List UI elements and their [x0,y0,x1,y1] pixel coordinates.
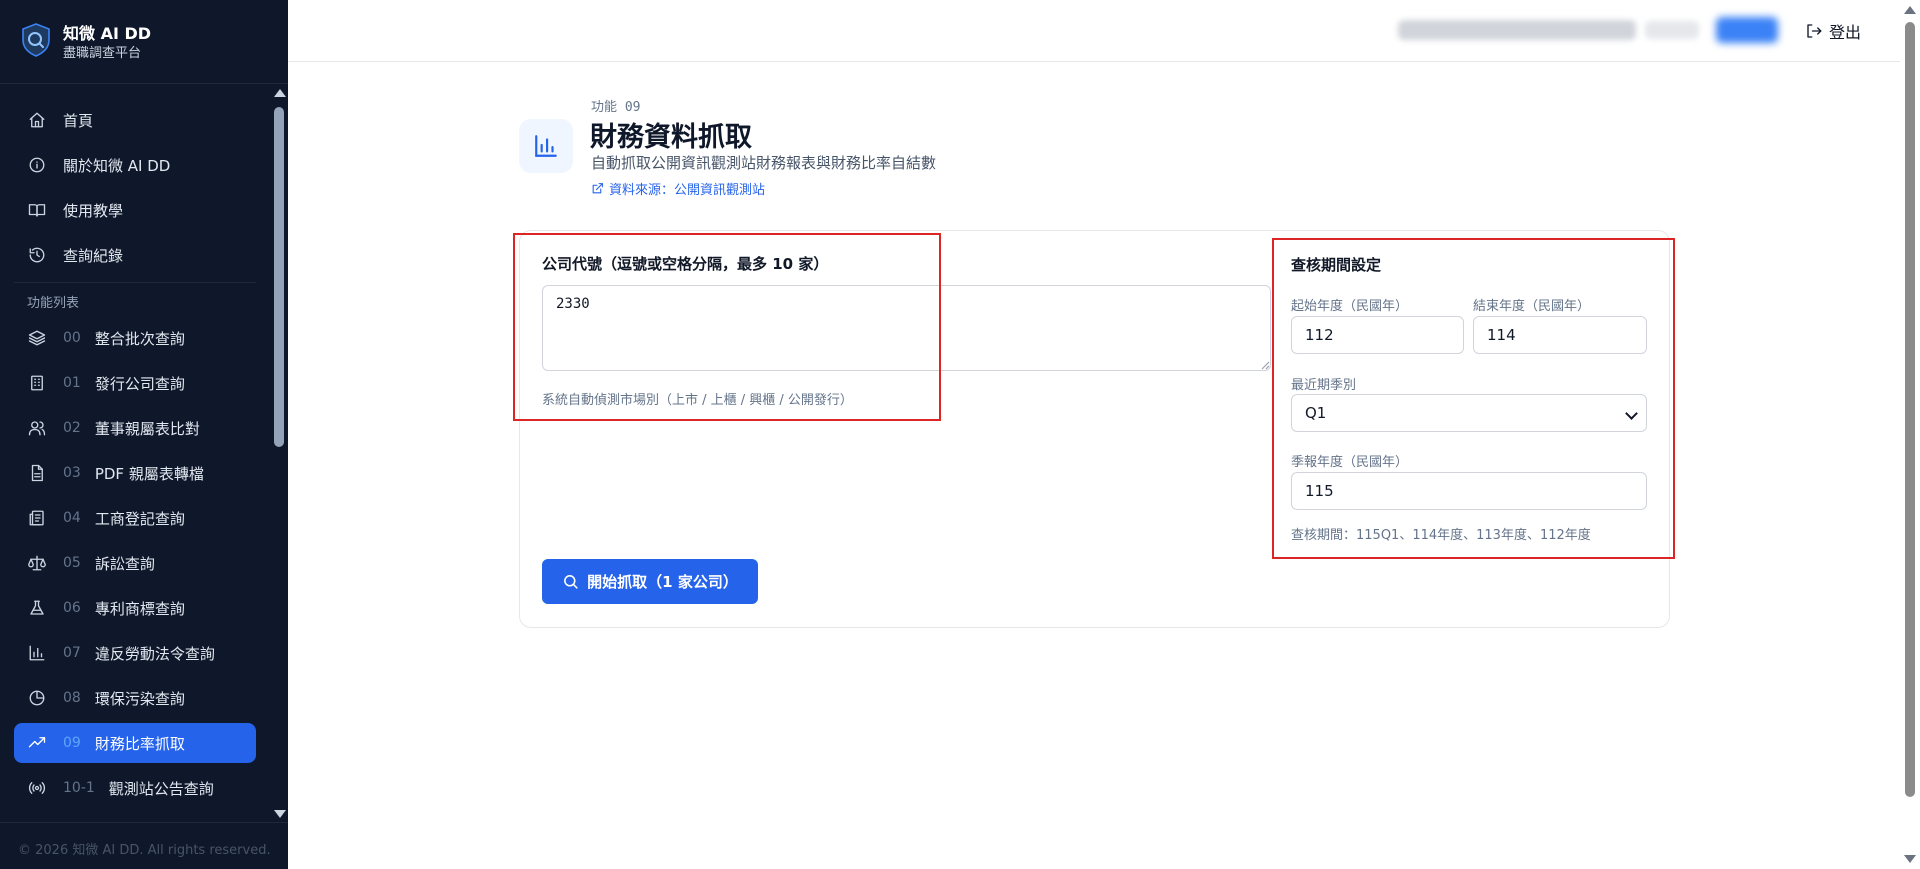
logout-button[interactable]: 登出 [1805,19,1861,43]
page-title: 財務資料抓取 [590,122,752,153]
sidebar-item-num: 10-1 [63,780,95,796]
brand: 知微 AI DD 盡職調查平台 [0,0,288,84]
sidebar-item-business-registry[interactable]: 04 工商登記查詢 [14,498,256,538]
logout-label: 登出 [1829,23,1862,42]
trending-up-icon [27,733,47,753]
sidebar-item-num: 01 [63,375,81,391]
sidebar-item-label: 訴訟查詢 [94,554,155,573]
building-icon [27,373,47,393]
user-name-redacted [1645,21,1699,39]
sidebar-item-environmental[interactable]: 08 環保污染查詢 [14,678,256,718]
highlight-box-period-settings [1272,238,1675,559]
page-icon [519,119,573,173]
sidebar-item-label: 關於知微 AI DD [63,156,171,175]
shield-search-logo-icon [22,23,50,57]
highlight-box-company-input [513,233,941,421]
data-source-link[interactable]: 資料來源：公開資訊觀測站 [591,179,765,198]
sidebar-footer: © 2026 知微 AI DD. All rights reserved. [0,822,288,869]
sidebar-item-issuer-query[interactable]: 01 發行公司查詢 [14,363,256,403]
scroll-down-arrow-icon[interactable] [274,810,286,818]
sidebar-scrollbar-thumb[interactable] [274,107,284,447]
sidebar-item-num: 09 [63,735,81,751]
sidebar-item-label: 環保污染查詢 [94,689,185,708]
sidebar-item-label: 違反勞動法令查詢 [94,644,215,663]
sidebar-item-label: 財務比率抓取 [94,734,185,753]
bar-chart-icon [535,135,557,157]
sidebar: 知微 AI DD 盡職調查平台 首頁 關於知微 AI DD 使用教學 查詢紀錄 … [0,0,288,869]
sidebar-item-num: 05 [63,555,81,571]
sidebar-nav: 首頁 關於知微 AI DD 使用教學 查詢紀錄 功能列表 00 整合批次查詢 0… [0,85,270,822]
sidebar-item-financial-ratio[interactable]: 09 財務比率抓取 [14,723,256,763]
layers-icon [27,328,47,348]
search-icon [564,575,578,589]
scroll-down-arrow-icon[interactable] [1904,855,1916,863]
user-email-redacted [1398,20,1636,40]
registry-icon [27,508,47,528]
sidebar-item-label: 整合批次查詢 [94,329,185,348]
info-icon [27,155,47,175]
file-icon [27,463,47,483]
nav-divider [14,282,256,283]
nav-section-label: 功能列表 [27,296,80,311]
sidebar-item-litigation[interactable]: 05 訴訟查詢 [14,543,256,583]
sidebar-item-num: 07 [63,645,81,661]
sidebar-item-label: 發行公司查詢 [94,374,185,393]
flask-icon [27,598,47,618]
sidebar-item-label: 董事親屬表比對 [94,419,200,438]
sidebar-item-about[interactable]: 關於知微 AI DD [14,145,256,185]
page-scrollbar[interactable] [1900,0,1920,869]
brand-subtitle: 盡職調查平台 [63,46,142,61]
sidebar-item-home[interactable]: 首頁 [14,100,256,140]
sidebar-item-pdf-convert[interactable]: 03 PDF 親屬表轉檔 [14,453,256,493]
resize-grip-icon[interactable] [1260,360,1270,370]
top-header: 登出 [288,0,1900,62]
function-number: 功能 09 [591,100,641,115]
sidebar-item-label: 觀測站公告查詢 [108,779,214,798]
sidebar-item-label: 使用教學 [63,201,124,220]
page-scrollbar-thumb[interactable] [1905,22,1915,797]
broadcast-icon [27,778,47,798]
sidebar-item-num: 03 [63,465,81,481]
sidebar-item-batch-query[interactable]: 00 整合批次查詢 [14,318,256,358]
bar-chart-icon [27,643,47,663]
history-icon [27,245,47,265]
external-link-icon [592,183,603,194]
sidebar-item-label: 工商登記查詢 [94,509,185,528]
user-role-badge-redacted [1716,17,1778,43]
scroll-up-arrow-icon[interactable] [274,89,286,97]
sidebar-item-num: 04 [63,510,81,526]
book-icon [27,200,47,220]
sidebar-item-history[interactable]: 查詢紀錄 [14,235,256,275]
start-fetch-button[interactable]: 開始抓取（1 家公司） [542,559,758,604]
users-icon [27,418,47,438]
sidebar-item-num: 06 [63,600,81,616]
sidebar-item-label: PDF 親屬表轉檔 [94,464,204,483]
sidebar-item-tutorial[interactable]: 使用教學 [14,190,256,230]
pie-chart-icon [27,688,47,708]
sidebar-scrollbar[interactable] [270,85,288,822]
sidebar-item-label: 查詢紀錄 [63,246,124,265]
data-source-label: 資料來源：公開資訊觀測站 [609,183,766,198]
scale-icon [27,553,47,573]
sidebar-item-patent-trademark[interactable]: 06 專利商標查詢 [14,588,256,628]
brand-name: 知微 AI DD [63,24,152,43]
start-fetch-label: 開始抓取（1 家公司） [587,573,738,591]
sidebar-item-mops-announcement[interactable]: 10-1 觀測站公告查詢 [14,768,256,808]
sidebar-item-num: 00 [63,330,81,346]
home-icon [27,110,47,130]
sidebar-item-label: 首頁 [63,111,94,130]
sidebar-item-labor-violation[interactable]: 07 違反勞動法令查詢 [14,633,256,673]
page-description: 自動抓取公開資訊觀測站財務報表與財務比率自結數 [591,154,937,172]
sidebar-item-num: 08 [63,690,81,706]
sidebar-item-director-relatives[interactable]: 02 董事親屬表比對 [14,408,256,448]
sidebar-item-label: 專利商標查詢 [94,599,185,618]
scroll-up-arrow-icon[interactable] [1904,6,1916,14]
sidebar-item-num: 02 [63,420,81,436]
logout-icon [1807,24,1822,38]
